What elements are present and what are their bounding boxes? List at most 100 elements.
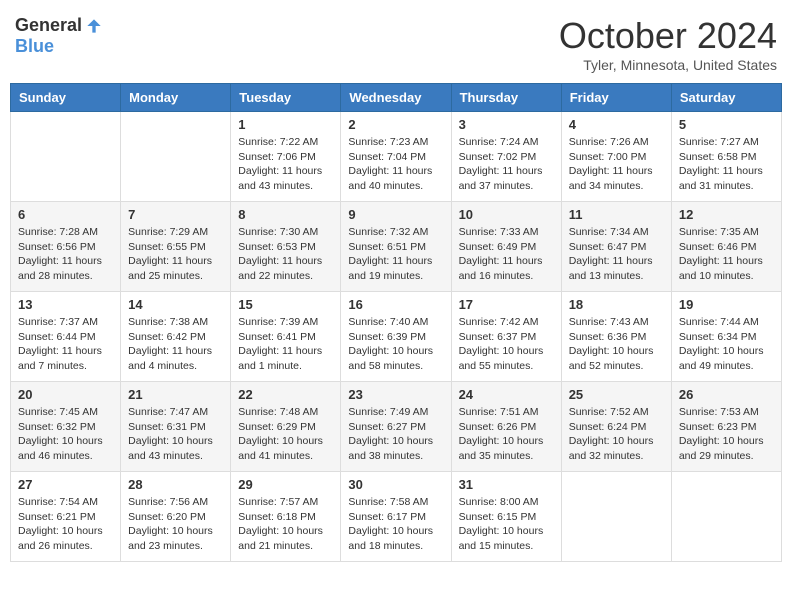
day-info: Sunrise: 7:30 AMSunset: 6:53 PMDaylight:… bbox=[238, 225, 333, 284]
page-header: General Blue October 2024 Tyler, Minneso… bbox=[10, 10, 782, 73]
table-row: 19 Sunrise: 7:44 AMSunset: 6:34 PMDayligh… bbox=[671, 292, 781, 382]
table-row: 20Sunrise: 7:45 AMSunset: 6:32 PMDayligh… bbox=[11, 382, 121, 472]
day-number: 1 bbox=[238, 117, 333, 132]
day-info: Sunrise: 7:37 AMSunset: 6:44 PMDaylight:… bbox=[18, 315, 113, 374]
day-number: 6 bbox=[18, 207, 113, 222]
day-number: 8 bbox=[238, 207, 333, 222]
day-info: Sunrise: 7:51 AMSunset: 6:26 PMDaylight:… bbox=[459, 405, 554, 464]
day-number: 30 bbox=[348, 477, 443, 492]
logo-icon bbox=[84, 16, 104, 36]
table-row: 30 Sunrise: 7:58 AMSunset: 6:17 PMDayligh… bbox=[341, 472, 451, 562]
col-sunday: Sunday bbox=[11, 84, 121, 112]
calendar-week-row: 13Sunrise: 7:37 AMSunset: 6:44 PMDayligh… bbox=[11, 292, 782, 382]
table-row: 31 Sunrise: 8:00 AMSunset: 6:15 PMDayligh… bbox=[451, 472, 561, 562]
calendar-week-row: 6 Sunrise: 7:28 AMSunset: 6:56 PMDaylight… bbox=[11, 202, 782, 292]
day-number: 26 bbox=[679, 387, 774, 402]
day-number: 31 bbox=[459, 477, 554, 492]
table-row: 14 Sunrise: 7:38 AMSunset: 6:42 PMDayligh… bbox=[121, 292, 231, 382]
day-number: 19 bbox=[679, 297, 774, 312]
table-row: 25 Sunrise: 7:52 AMSunset: 6:24 PMDayligh… bbox=[561, 382, 671, 472]
day-info: Sunrise: 7:27 AMSunset: 6:58 PMDaylight:… bbox=[679, 135, 774, 194]
day-info: Sunrise: 7:54 AMSunset: 6:21 PMDaylight:… bbox=[18, 495, 113, 554]
day-number: 22 bbox=[238, 387, 333, 402]
day-info: Sunrise: 7:40 AMSunset: 6:39 PMDaylight:… bbox=[348, 315, 443, 374]
table-row: 3 Sunrise: 7:24 AMSunset: 7:02 PMDaylight… bbox=[451, 112, 561, 202]
day-info: Sunrise: 7:33 AMSunset: 6:49 PMDaylight:… bbox=[459, 225, 554, 284]
logo-general-text: General bbox=[15, 15, 82, 36]
day-number: 2 bbox=[348, 117, 443, 132]
day-info: Sunrise: 7:44 AMSunset: 6:34 PMDaylight:… bbox=[679, 315, 774, 374]
table-row: 8 Sunrise: 7:30 AMSunset: 6:53 PMDaylight… bbox=[231, 202, 341, 292]
day-info: Sunrise: 7:26 AMSunset: 7:00 PMDaylight:… bbox=[569, 135, 664, 194]
calendar-week-row: 1 Sunrise: 7:22 AMSunset: 7:06 PMDaylight… bbox=[11, 112, 782, 202]
table-row: 13Sunrise: 7:37 AMSunset: 6:44 PMDayligh… bbox=[11, 292, 121, 382]
table-row: 12Sunrise: 7:35 AMSunset: 6:46 PMDayligh… bbox=[671, 202, 781, 292]
day-info: Sunrise: 7:58 AMSunset: 6:17 PMDaylight:… bbox=[348, 495, 443, 554]
location-text: Tyler, Minnesota, United States bbox=[559, 57, 777, 73]
table-row: 1 Sunrise: 7:22 AMSunset: 7:06 PMDaylight… bbox=[231, 112, 341, 202]
table-row bbox=[121, 112, 231, 202]
calendar-week-row: 27 Sunrise: 7:54 AMSunset: 6:21 PMDayligh… bbox=[11, 472, 782, 562]
day-info: Sunrise: 7:34 AMSunset: 6:47 PMDaylight:… bbox=[569, 225, 664, 284]
table-row: 22 Sunrise: 7:48 AMSunset: 6:29 PMDayligh… bbox=[231, 382, 341, 472]
day-number: 7 bbox=[128, 207, 223, 222]
day-number: 4 bbox=[569, 117, 664, 132]
table-row bbox=[671, 472, 781, 562]
table-row: 17 Sunrise: 7:42 AMSunset: 6:37 PMDayligh… bbox=[451, 292, 561, 382]
col-saturday: Saturday bbox=[671, 84, 781, 112]
day-info: Sunrise: 7:38 AMSunset: 6:42 PMDaylight:… bbox=[128, 315, 223, 374]
table-row: 5Sunrise: 7:27 AMSunset: 6:58 PMDaylight… bbox=[671, 112, 781, 202]
day-number: 23 bbox=[348, 387, 443, 402]
day-info: Sunrise: 7:24 AMSunset: 7:02 PMDaylight:… bbox=[459, 135, 554, 194]
day-info: Sunrise: 7:47 AMSunset: 6:31 PMDaylight:… bbox=[128, 405, 223, 464]
col-friday: Friday bbox=[561, 84, 671, 112]
day-info: Sunrise: 7:45 AMSunset: 6:32 PMDaylight:… bbox=[18, 405, 113, 464]
day-number: 27 bbox=[18, 477, 113, 492]
table-row: 7 Sunrise: 7:29 AMSunset: 6:55 PMDaylight… bbox=[121, 202, 231, 292]
day-info: Sunrise: 8:00 AMSunset: 6:15 PMDaylight:… bbox=[459, 495, 554, 554]
table-row bbox=[11, 112, 121, 202]
table-row bbox=[561, 472, 671, 562]
day-info: Sunrise: 7:22 AMSunset: 7:06 PMDaylight:… bbox=[238, 135, 333, 194]
day-info: Sunrise: 7:42 AMSunset: 6:37 PMDaylight:… bbox=[459, 315, 554, 374]
table-row: 18 Sunrise: 7:43 AMSunset: 6:36 PMDayligh… bbox=[561, 292, 671, 382]
day-info: Sunrise: 7:29 AMSunset: 6:55 PMDaylight:… bbox=[128, 225, 223, 284]
logo-blue-text: Blue bbox=[15, 36, 54, 56]
day-number: 16 bbox=[348, 297, 443, 312]
day-info: Sunrise: 7:28 AMSunset: 6:56 PMDaylight:… bbox=[18, 225, 113, 284]
day-number: 9 bbox=[348, 207, 443, 222]
col-thursday: Thursday bbox=[451, 84, 561, 112]
day-info: Sunrise: 7:52 AMSunset: 6:24 PMDaylight:… bbox=[569, 405, 664, 464]
table-row: 29 Sunrise: 7:57 AMSunset: 6:18 PMDayligh… bbox=[231, 472, 341, 562]
col-wednesday: Wednesday bbox=[341, 84, 451, 112]
table-row: 26Sunrise: 7:53 AMSunset: 6:23 PMDayligh… bbox=[671, 382, 781, 472]
table-row: 21Sunrise: 7:47 AMSunset: 6:31 PMDayligh… bbox=[121, 382, 231, 472]
table-row: 10Sunrise: 7:33 AMSunset: 6:49 PMDayligh… bbox=[451, 202, 561, 292]
day-number: 3 bbox=[459, 117, 554, 132]
day-number: 25 bbox=[569, 387, 664, 402]
day-info: Sunrise: 7:39 AMSunset: 6:41 PMDaylight:… bbox=[238, 315, 333, 374]
table-row: 23Sunrise: 7:49 AMSunset: 6:27 PMDayligh… bbox=[341, 382, 451, 472]
calendar-week-row: 20Sunrise: 7:45 AMSunset: 6:32 PMDayligh… bbox=[11, 382, 782, 472]
day-info: Sunrise: 7:56 AMSunset: 6:20 PMDaylight:… bbox=[128, 495, 223, 554]
day-number: 17 bbox=[459, 297, 554, 312]
day-number: 24 bbox=[459, 387, 554, 402]
day-number: 18 bbox=[569, 297, 664, 312]
calendar-header-row: Sunday Monday Tuesday Wednesday Thursday… bbox=[11, 84, 782, 112]
logo: General Blue bbox=[15, 15, 104, 57]
col-tuesday: Tuesday bbox=[231, 84, 341, 112]
day-number: 14 bbox=[128, 297, 223, 312]
col-monday: Monday bbox=[121, 84, 231, 112]
day-number: 29 bbox=[238, 477, 333, 492]
table-row: 11Sunrise: 7:34 AMSunset: 6:47 PMDayligh… bbox=[561, 202, 671, 292]
table-row: 15Sunrise: 7:39 AMSunset: 6:41 PMDayligh… bbox=[231, 292, 341, 382]
title-section: October 2024 Tyler, Minnesota, United St… bbox=[559, 15, 777, 73]
month-title: October 2024 bbox=[559, 15, 777, 57]
day-info: Sunrise: 7:48 AMSunset: 6:29 PMDaylight:… bbox=[238, 405, 333, 464]
table-row: 6 Sunrise: 7:28 AMSunset: 6:56 PMDaylight… bbox=[11, 202, 121, 292]
day-info: Sunrise: 7:57 AMSunset: 6:18 PMDaylight:… bbox=[238, 495, 333, 554]
day-info: Sunrise: 7:43 AMSunset: 6:36 PMDaylight:… bbox=[569, 315, 664, 374]
table-row: 27 Sunrise: 7:54 AMSunset: 6:21 PMDayligh… bbox=[11, 472, 121, 562]
day-info: Sunrise: 7:35 AMSunset: 6:46 PMDaylight:… bbox=[679, 225, 774, 284]
day-info: Sunrise: 7:32 AMSunset: 6:51 PMDaylight:… bbox=[348, 225, 443, 284]
